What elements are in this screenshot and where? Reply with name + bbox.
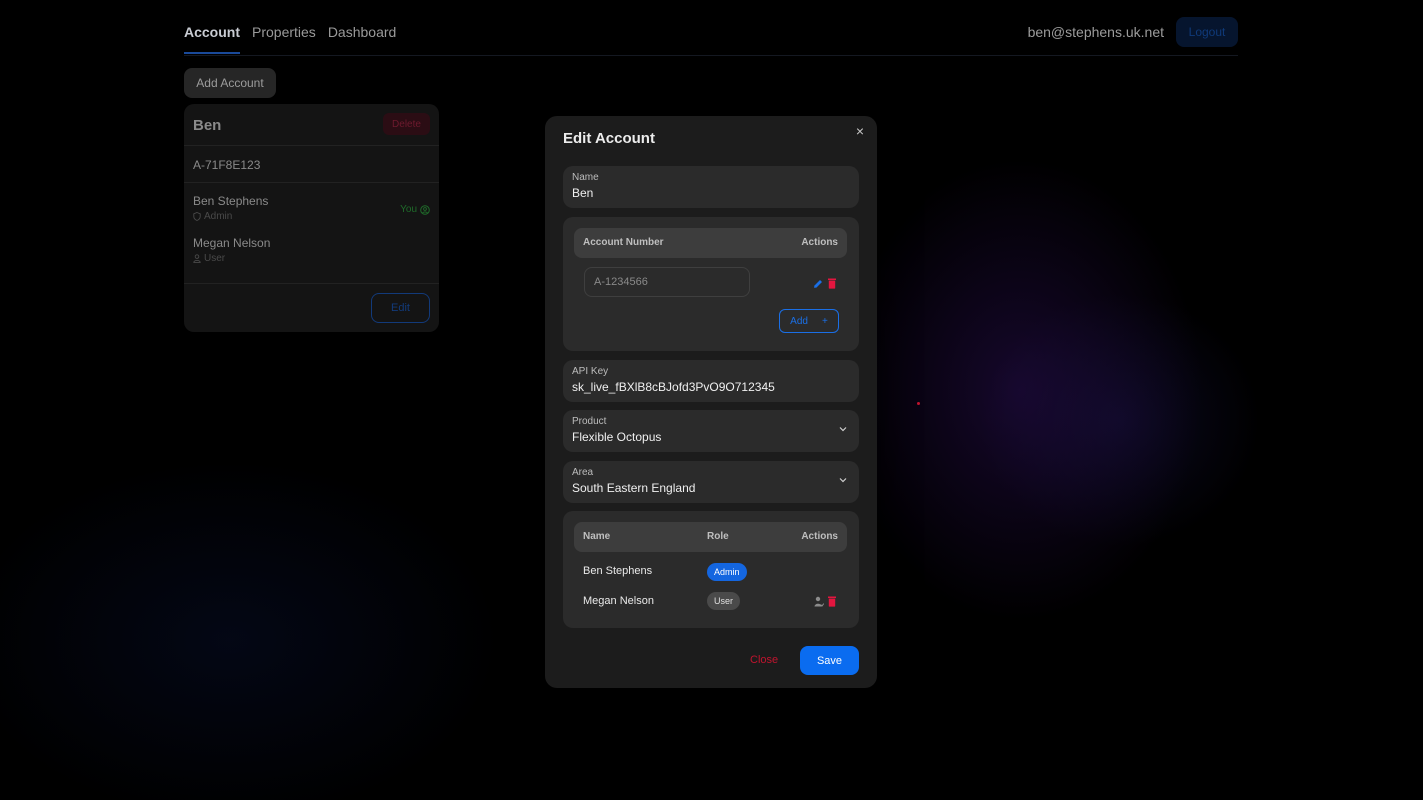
pencil-icon[interactable] [813,278,823,289]
delete-account-button[interactable]: Delete [383,113,430,135]
edit-account-button[interactable]: Edit [371,293,430,323]
product-value: Flexible Octopus [572,430,662,444]
product-label: Product [572,416,607,427]
area-label: Area [572,467,594,478]
account-number-input[interactable] [584,267,750,297]
user-icon [193,254,201,263]
member-role-label: User [204,253,226,264]
user-email: ben@stephens.uk.net [1027,24,1164,40]
column-header-account-number: Account Number [583,237,664,248]
add-button-label: Add [790,315,808,327]
shield-icon [193,212,201,221]
trash-icon[interactable] [827,596,837,607]
name-field-label: Name [572,172,599,183]
chevron-down-icon [839,478,847,483]
column-header-actions: Actions [801,237,838,248]
area-select[interactable]: Area South Eastern England [563,461,859,503]
account-card: Ben Delete A-71F8E123 Ben Stephens Admin… [184,104,439,332]
modal-title: Edit Account [563,130,655,147]
api-key-value: sk_live_fBXlB8cBJofd3PvO9O712345 [572,380,775,394]
you-label: You [400,204,417,215]
api-key-field[interactable]: API Key sk_live_fBXlB8cBJofd3PvO9O712345 [563,360,859,402]
account-numbers-table-header: Account Number Actions [574,228,847,258]
column-header-role: Role [707,531,729,542]
member-role: Admin [193,211,232,222]
member-role: User [193,253,225,264]
tab-properties[interactable]: Properties [252,14,316,54]
nav-tabs: Account Properties Dashboard [184,14,396,54]
role-badge-admin: Admin [707,563,747,581]
account-card-title: Ben [193,117,222,134]
plus-icon: + [821,315,828,327]
top-navigation: Account Properties Dashboard ben@stephen… [184,14,1238,56]
logout-button[interactable]: Logout [1176,17,1238,47]
add-account-number-button[interactable]: Add + [779,309,839,333]
name-field-value: Ben [572,186,594,200]
tab-dashboard[interactable]: Dashboard [328,14,397,54]
account-card-footer: Edit [184,283,439,332]
save-button[interactable]: Save [800,646,859,675]
member-row: Megan Nelson User [184,226,439,268]
you-indicator: You [400,204,430,215]
account-card-number: A-71F8E123 [184,146,439,183]
name-field[interactable]: Name Ben [563,166,859,208]
cursor-dot [917,402,920,405]
chevron-down-icon [839,427,847,432]
member-role-label: Admin [204,211,233,222]
role-badge-user: User [707,592,741,610]
member-name: Megan Nelson [193,236,271,250]
account-numbers-panel: Account Number Actions Add + [563,217,859,351]
close-button[interactable]: Close [750,654,778,666]
users-table-header: Name Role Actions [574,522,847,552]
edit-account-modal: Edit Account × Name Ben Account Number A… [545,116,877,688]
user-name: Ben Stephens [583,565,653,577]
page: Account Properties Dashboard ben@stephen… [0,0,1423,800]
user-circle-icon [420,204,430,215]
product-select[interactable]: Product Flexible Octopus [563,410,859,452]
member-row: Ben Stephens Admin You [184,184,439,226]
member-name: Ben Stephens [193,194,269,208]
tab-account[interactable]: Account [184,14,240,54]
column-header-actions: Actions [801,531,838,542]
api-key-label: API Key [572,366,609,377]
account-card-header: Ben Delete [184,104,439,146]
users-panel: Name Role Actions Ben Stephens Admin Meg… [563,511,859,628]
promote-user-icon[interactable] [814,596,824,607]
user-name: Megan Nelson [583,595,654,607]
add-account-button[interactable]: Add Account [184,68,276,98]
close-icon[interactable]: × [854,124,866,138]
column-header-name: Name [583,531,611,542]
area-value: South Eastern England [572,481,696,495]
trash-icon[interactable] [827,278,837,289]
